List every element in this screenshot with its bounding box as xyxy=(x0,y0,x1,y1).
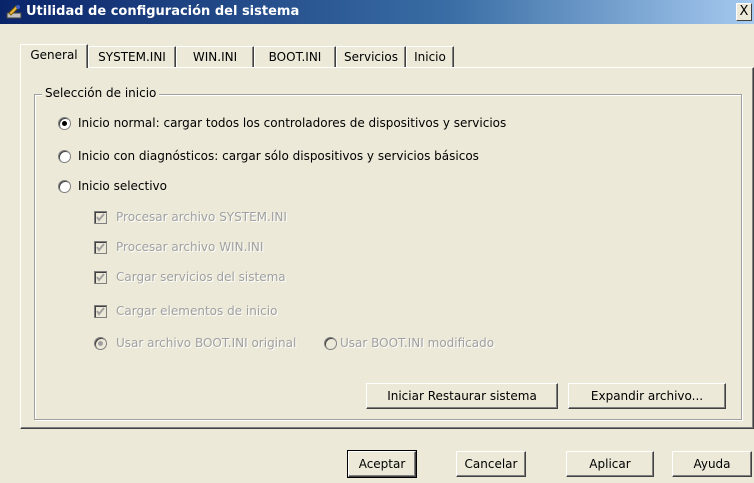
radio-unselected-icon[interactable] xyxy=(58,180,71,193)
checkbox-checked-icon[interactable] xyxy=(94,241,107,254)
check-system-ini-label: Procesar archivo SYSTEM.INI xyxy=(116,210,287,224)
group-label: Selección de inicio xyxy=(42,86,160,100)
check-startup-items-label: Cargar elementos de inicio xyxy=(116,304,278,318)
apply-button[interactable]: Aplicar xyxy=(566,451,654,477)
checkbox-checked-icon[interactable] xyxy=(94,271,107,284)
window-title: Utilidad de configuración del sistema xyxy=(26,4,300,19)
tab-services[interactable]: Servicios xyxy=(336,46,406,67)
radio-unselected-icon[interactable] xyxy=(58,150,71,163)
radio-selected-icon[interactable] xyxy=(94,337,107,350)
checkbox-checked-icon[interactable] xyxy=(94,211,107,224)
tab-general[interactable]: General xyxy=(20,44,88,68)
tab-win-ini[interactable]: WIN.INI xyxy=(176,46,254,67)
check-win-ini-label: Procesar archivo WIN.INI xyxy=(116,240,264,254)
expand-file-button[interactable]: Expandir archivo... xyxy=(568,383,726,409)
radio-selective-label: Inicio selectivo xyxy=(78,179,167,193)
radio-unselected-icon[interactable] xyxy=(324,337,337,350)
tab-boot-ini[interactable]: BOOT.INI xyxy=(254,46,336,67)
help-button[interactable]: Ayuda xyxy=(672,451,752,477)
radio-selected-icon[interactable] xyxy=(58,117,71,130)
radio-boot-modified-label: Usar BOOT.INI modificado xyxy=(340,336,495,350)
radio-normal-label: Inicio normal: cargar todos los controla… xyxy=(78,116,507,130)
close-icon[interactable]: X xyxy=(736,3,752,21)
tab-startup[interactable]: Inicio xyxy=(406,46,454,67)
ok-button[interactable]: Aceptar xyxy=(347,450,417,478)
msconfig-app-icon xyxy=(6,4,22,20)
radio-diagnostic-label: Inicio con diagnósticos: cargar sólo dis… xyxy=(78,149,479,163)
cancel-button[interactable]: Cancelar xyxy=(456,451,526,477)
tab-system-ini[interactable]: SYSTEM.INI xyxy=(88,46,176,67)
checkbox-checked-icon[interactable] xyxy=(94,305,107,318)
start-system-restore-button[interactable]: Iniciar Restaurar sistema xyxy=(366,383,558,409)
system-config-window: Utilidad de configuración del sistema X … xyxy=(0,0,754,483)
radio-boot-original-label: Usar archivo BOOT.INI original xyxy=(116,336,297,350)
startup-selection-group xyxy=(34,94,742,420)
title-bar[interactable]: Utilidad de configuración del sistema X xyxy=(0,0,754,24)
check-load-services-label: Cargar servicios del sistema xyxy=(116,270,286,284)
